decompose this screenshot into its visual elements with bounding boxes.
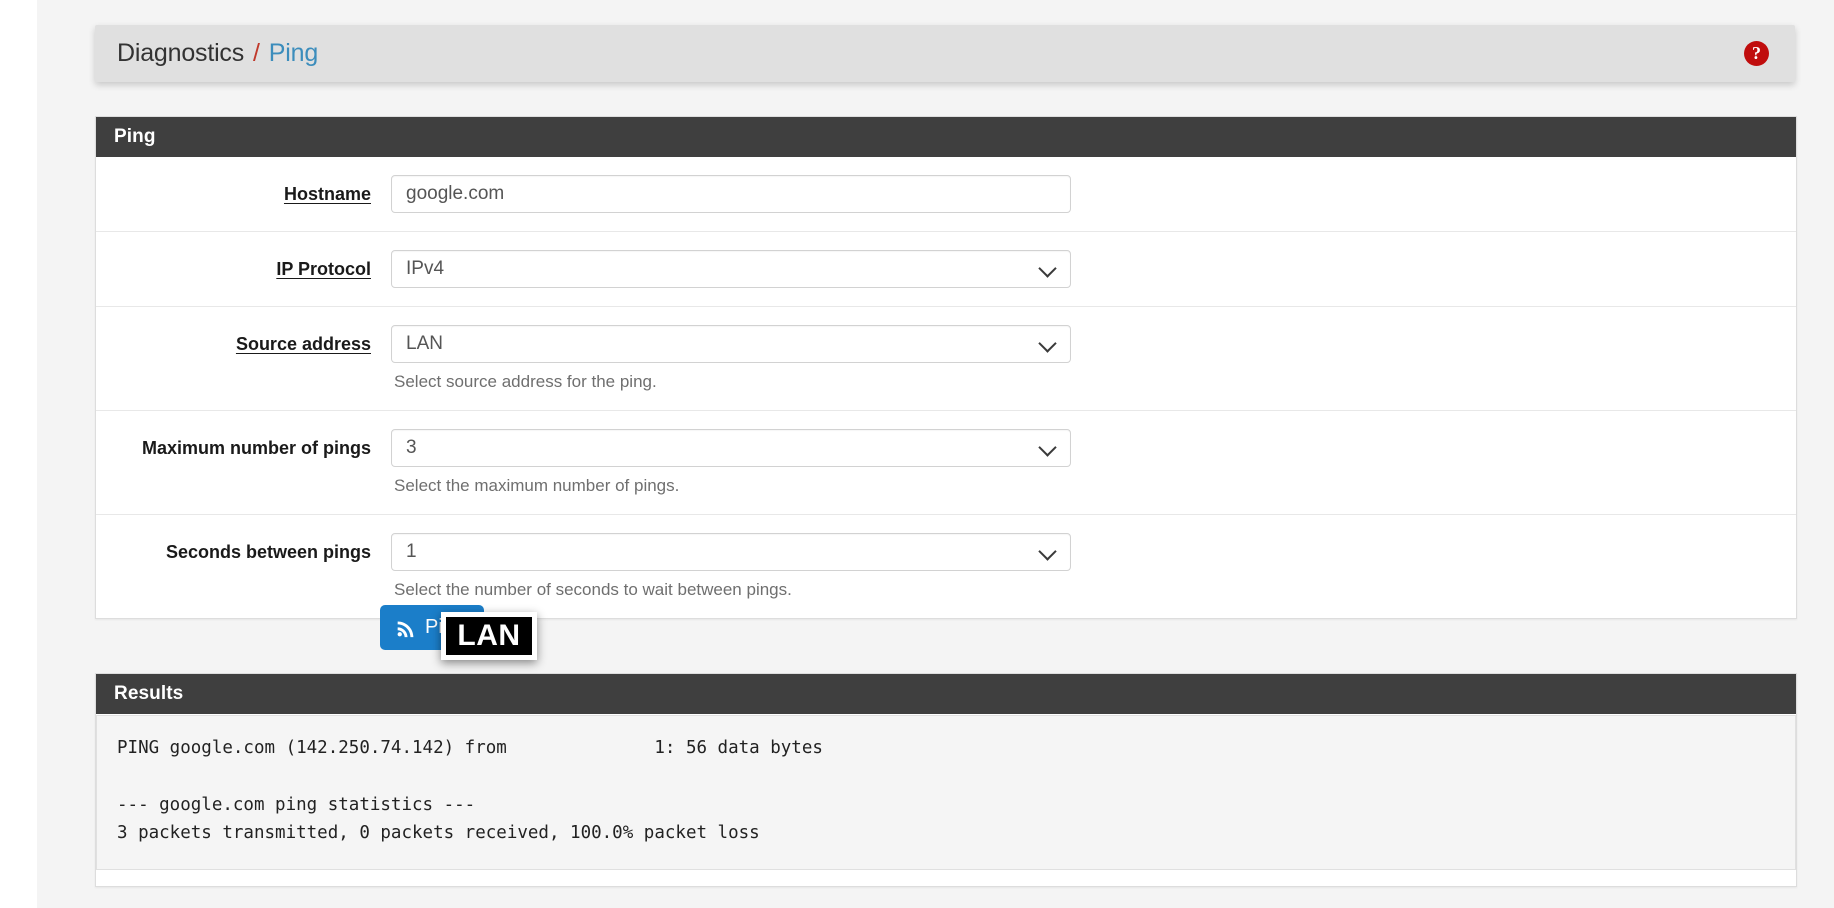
- breadcrumb-bar: Diagnostics / Ping ?: [95, 25, 1795, 82]
- field-col-hostname: google.com: [391, 175, 1796, 213]
- seconds-between-pings-value: 1: [406, 541, 417, 562]
- field-col-max-pings: 3 Select the maximum number of pings.: [391, 429, 1796, 496]
- label-seconds-between-pings: Seconds between pings: [165, 542, 371, 562]
- ip-protocol-value: IPv4: [406, 258, 445, 279]
- breadcrumb: Diagnostics / Ping: [117, 25, 318, 82]
- page-root: Diagnostics / Ping ? Ping Hostname googl…: [0, 0, 1834, 908]
- chevron-down-icon: [1038, 334, 1057, 353]
- breadcrumb-item-diagnostics[interactable]: Diagnostics: [117, 39, 244, 68]
- label-hostname: Hostname: [283, 184, 371, 204]
- lan-annotation-label: LAN: [457, 619, 521, 652]
- hostname-input[interactable]: google.com: [391, 175, 1071, 213]
- label-max-pings: Maximum number of pings: [141, 438, 371, 458]
- source-address-value: LAN: [406, 333, 443, 354]
- field-col-seconds-between-pings: 1 Select the number of seconds to wait b…: [391, 533, 1796, 600]
- help-text-max-pings: Select the maximum number of pings.: [394, 476, 680, 495]
- form-row-hostname: Hostname google.com: [96, 157, 1796, 232]
- help-text-seconds-between-pings: Select the number of seconds to wait bet…: [394, 580, 792, 599]
- label-source-address: Source address: [235, 334, 371, 354]
- source-address-select[interactable]: LAN: [391, 325, 1071, 363]
- chevron-down-icon: [1038, 542, 1057, 561]
- ip-protocol-select[interactable]: IPv4: [391, 250, 1071, 288]
- form-row-source-address: Source address LAN Select source address…: [96, 307, 1796, 411]
- label-ip-protocol: IP Protocol: [276, 259, 371, 279]
- field-col-ip-protocol: IPv4: [391, 250, 1796, 288]
- lan-annotation-overlay: LAN: [441, 612, 537, 660]
- form-row-max-pings: Maximum number of pings 3 Select the max…: [96, 411, 1796, 515]
- results-body: PING google.com (142.250.74.142) from 1:…: [96, 714, 1796, 887]
- chevron-down-icon: [1038, 259, 1057, 278]
- max-pings-select[interactable]: 3: [391, 429, 1071, 467]
- seconds-between-pings-select[interactable]: 1: [391, 533, 1071, 571]
- results-panel: Results PING google.com (142.250.74.142)…: [95, 673, 1797, 888]
- results-panel-title: Results: [96, 674, 1796, 714]
- form-row-seconds-between-pings: Seconds between pings 1 Select the numbe…: [96, 515, 1796, 618]
- breadcrumb-separator: /: [253, 39, 260, 67]
- field-col-source-address: LAN Select source address for the ping.: [391, 325, 1796, 392]
- form-row-ip-protocol: IP Protocol IPv4: [96, 232, 1796, 307]
- help-text-source-address: Select source address for the ping.: [394, 372, 657, 391]
- breadcrumb-item-ping[interactable]: Ping: [269, 39, 318, 68]
- rss-signal-icon: [396, 618, 416, 638]
- chevron-down-icon: [1038, 438, 1057, 457]
- max-pings-value: 3: [406, 437, 417, 458]
- ping-output-text: PING google.com (142.250.74.142) from 1:…: [96, 715, 1796, 871]
- help-icon[interactable]: ?: [1744, 41, 1769, 66]
- ping-panel-title: Ping: [96, 117, 1796, 157]
- ping-form-panel: Ping Hostname google.com IP Protocol IPv…: [95, 116, 1797, 619]
